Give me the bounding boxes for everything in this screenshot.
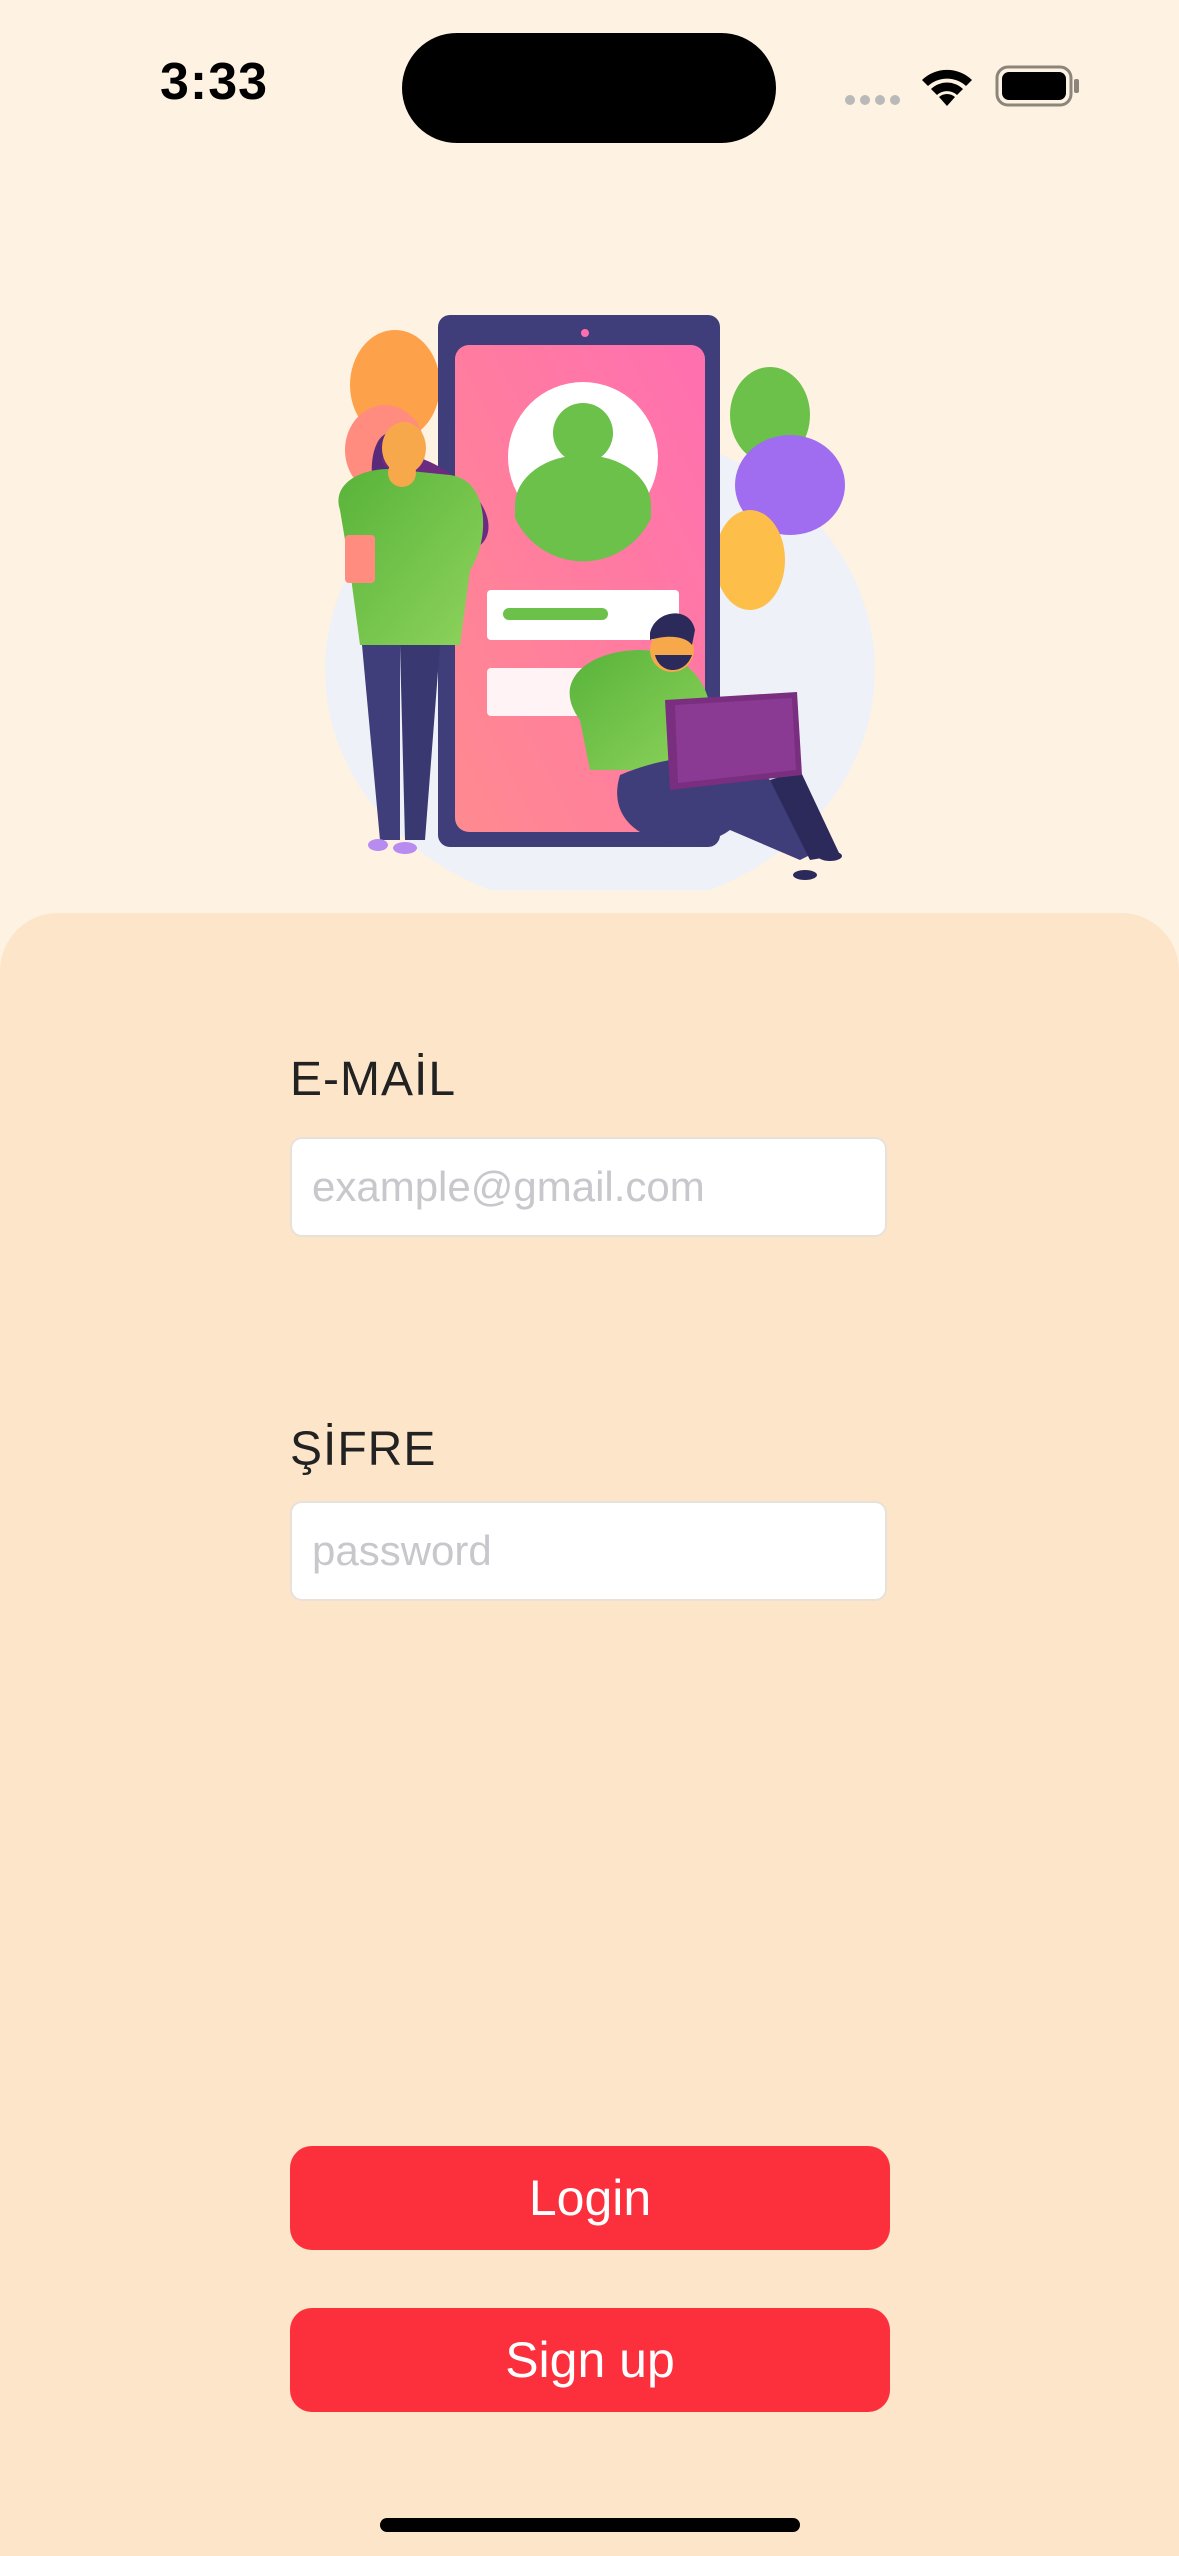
status-time: 3:33 (160, 53, 269, 111)
email-input[interactable] (290, 1137, 887, 1237)
signup-button[interactable]: Sign up (290, 2308, 890, 2412)
status-bar: 3:33 (0, 0, 1179, 180)
login-illustration (325, 315, 875, 890)
email-label: E-MAİL (290, 1053, 457, 1106)
login-button[interactable]: Login (290, 2146, 890, 2250)
password-label: ŞİFRE (290, 1423, 437, 1476)
cellular-signal-icon (845, 92, 905, 110)
home-indicator (380, 2518, 800, 2532)
dynamic-island (402, 33, 776, 143)
wifi-icon (922, 69, 972, 106)
battery-icon (995, 65, 1079, 107)
password-input[interactable] (290, 1501, 887, 1601)
